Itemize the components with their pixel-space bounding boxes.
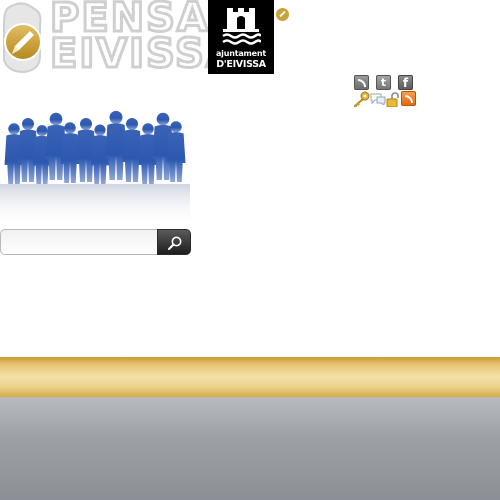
ajuntament-eivissa-logo[interactable]: ajuntament D'EIVISSA [208,0,274,74]
gold-nav-band [0,357,500,397]
chat-icon[interactable] [370,93,386,105]
logo-wordmark: PENSA EIVISSA [49,0,239,77]
pensa-eivissa-logo[interactable]: PENSA EIVISSA [0,0,238,76]
ajuntament-label: ajuntament [215,49,267,58]
twitter-icon[interactable]: t [376,75,391,90]
logo-word-eivissa: EIVISSA [49,31,239,77]
search-icon [168,236,182,250]
pencil-badge-icon [3,2,42,74]
lock-icon[interactable] [386,92,400,107]
search-input[interactable] [0,229,162,255]
pencil-icon[interactable] [276,8,289,21]
search-bar [0,229,191,255]
eivissa-label: D'EIVISSA [216,59,266,70]
rss-icon[interactable] [354,75,369,90]
grey-content-band [0,397,500,500]
key-icon[interactable] [352,91,370,107]
people-silhouettes-image [0,110,190,226]
facebook-icon[interactable]: f [398,75,413,90]
rss-feed-icon[interactable] [401,91,416,106]
castle-icon [222,8,261,45]
search-button[interactable] [157,229,191,255]
